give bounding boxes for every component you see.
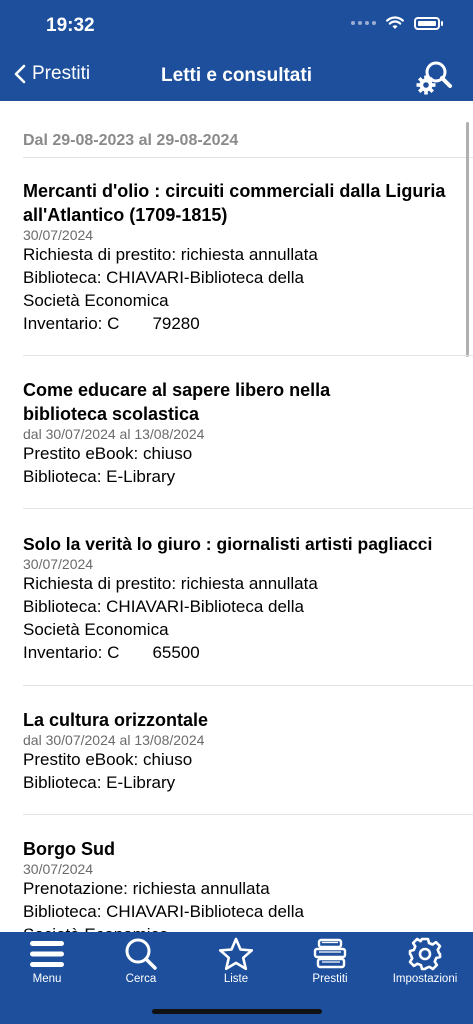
item-inventory: Inventario: C 65500 <box>23 643 200 662</box>
search-icon <box>125 938 157 970</box>
back-label: Prestiti <box>32 63 91 84</box>
list-item[interactable]: Solo la verità lo giuro : giornalisti ar… <box>23 532 453 664</box>
loan-history-list[interactable]: Dal 29-08-2023 al 29-08-2024 Mercanti d'… <box>0 101 473 932</box>
item-inventory: Inventario: C 79280 <box>23 314 200 333</box>
item-date: 30/07/2024 <box>23 227 94 243</box>
item-library-cont: Società Economica <box>23 620 169 639</box>
item-library-cont: Società Economica <box>23 923 453 932</box>
status-icons <box>351 16 443 30</box>
item-title: Borgo Sud <box>23 839 115 859</box>
item-date: 30/07/2024 <box>23 861 94 877</box>
item-library: Biblioteca: CHIAVARI-Biblioteca della <box>23 902 304 921</box>
divider <box>23 355 473 356</box>
tab-label: Prestiti <box>312 973 348 985</box>
tab-label: Liste <box>223 973 249 985</box>
chevron-left-icon <box>14 64 26 84</box>
app-header: 19:32 Prestiti Letti e consultati <box>0 0 473 101</box>
gear-icon <box>408 937 442 971</box>
tab-liste[interactable]: Liste <box>189 932 283 996</box>
tab-label: Menu <box>32 973 62 985</box>
item-title: Mercanti d'olio : circuiti commerciali d… <box>23 181 446 225</box>
list-item[interactable]: La cultura orizzontale dal 30/07/2024 al… <box>23 708 453 794</box>
tab-cerca[interactable]: Cerca <box>94 932 188 996</box>
divider <box>23 157 473 158</box>
back-button[interactable]: Prestiti <box>14 63 90 85</box>
search-settings-icon[interactable] <box>415 58 453 96</box>
item-status: Richiesta di prestito: richiesta annulla… <box>23 245 318 264</box>
wifi-icon <box>386 16 404 29</box>
divider <box>23 814 473 815</box>
menu-icon <box>30 941 64 967</box>
item-library: Biblioteca: CHIAVARI-Biblioteca della <box>23 268 304 287</box>
tab-label: Cerca <box>125 973 157 985</box>
home-indicator[interactable] <box>152 1009 322 1014</box>
list-item[interactable]: Come educare al sapere libero nella bibl… <box>23 378 453 488</box>
item-title: Solo la verità lo giuro : giornalisti ar… <box>23 534 433 554</box>
tab-prestiti[interactable]: Prestiti <box>283 932 377 996</box>
item-library: Biblioteca: E-Library <box>23 467 176 486</box>
item-title: Come educare al sapere libero nella bibl… <box>23 380 331 424</box>
tab-menu[interactable]: Menu <box>0 932 94 996</box>
scrollbar[interactable] <box>466 122 469 357</box>
item-status: Prestito eBook: chiuso <box>23 750 193 769</box>
item-library: Biblioteca: E-Library <box>23 773 176 792</box>
item-status: Prestito eBook: chiuso <box>23 444 193 463</box>
item-date: 30/07/2024 <box>23 556 94 572</box>
item-date: dal 30/07/2024 al 13/08/2024 <box>23 732 205 748</box>
list-item[interactable]: Mercanti d'olio : circuiti commerciali d… <box>23 179 453 335</box>
tab-impostazioni[interactable]: Impostazioni <box>378 932 472 996</box>
star-icon <box>218 937 254 971</box>
item-title: La cultura orizzontale <box>23 710 209 730</box>
battery-icon <box>414 16 440 30</box>
item-status: Prenotazione: richiesta annullata <box>23 879 270 898</box>
period-header: Dal 29-08-2023 al 29-08-2024 <box>23 132 239 149</box>
divider <box>23 685 473 686</box>
tab-label: Impostazioni <box>392 973 458 985</box>
divider <box>23 508 473 509</box>
cellular-signal-icon <box>351 21 376 25</box>
status-time: 19:32 <box>46 15 95 36</box>
item-library: Biblioteca: CHIAVARI-Biblioteca della <box>23 597 304 616</box>
books-icon <box>313 938 347 969</box>
item-status: Richiesta di prestito: richiesta annulla… <box>23 574 318 593</box>
list-item[interactable]: Borgo Sud 30/07/2024 Prenotazione: richi… <box>23 837 453 932</box>
item-date: dal 30/07/2024 al 13/08/2024 <box>23 426 205 442</box>
item-library-cont: Società Economica <box>23 291 169 310</box>
